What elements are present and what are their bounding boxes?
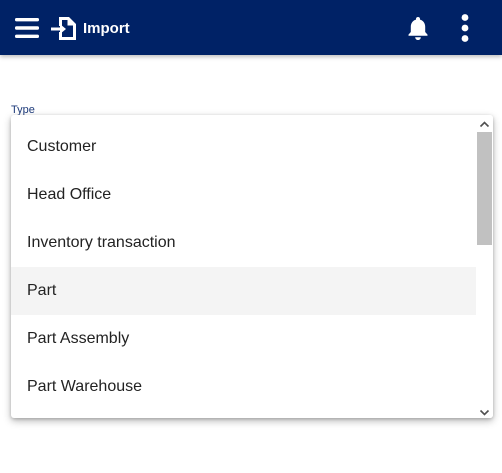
app-root: Import Type Customer Head Office Invento…: [0, 0, 502, 473]
scroll-down-arrow-icon[interactable]: [479, 405, 490, 416]
hamburger-menu-icon[interactable]: [14, 15, 40, 41]
option-inventory-transaction[interactable]: Inventory transaction: [11, 219, 476, 267]
bell-icon[interactable]: [404, 14, 432, 42]
dropdown-options: Customer Head Office Inventory transacti…: [11, 123, 476, 411]
option-customer[interactable]: Customer: [11, 123, 476, 171]
dropdown-scrollbar[interactable]: [476, 115, 493, 418]
import-file-icon: [50, 15, 77, 42]
option-part-assembly[interactable]: Part Assembly: [11, 315, 476, 363]
scrollbar-thumb[interactable]: [477, 132, 492, 245]
option-head-office[interactable]: Head Office: [11, 171, 476, 219]
page-title: Import: [83, 20, 130, 37]
option-part-warehouse[interactable]: Part Warehouse: [11, 363, 476, 411]
vertical-dots-icon[interactable]: [452, 13, 478, 43]
type-dropdown-list: Customer Head Office Inventory transacti…: [11, 115, 493, 418]
scroll-up-arrow-icon[interactable]: [479, 117, 490, 128]
top-app-bar: Import: [0, 0, 502, 55]
option-part[interactable]: Part: [11, 267, 476, 315]
